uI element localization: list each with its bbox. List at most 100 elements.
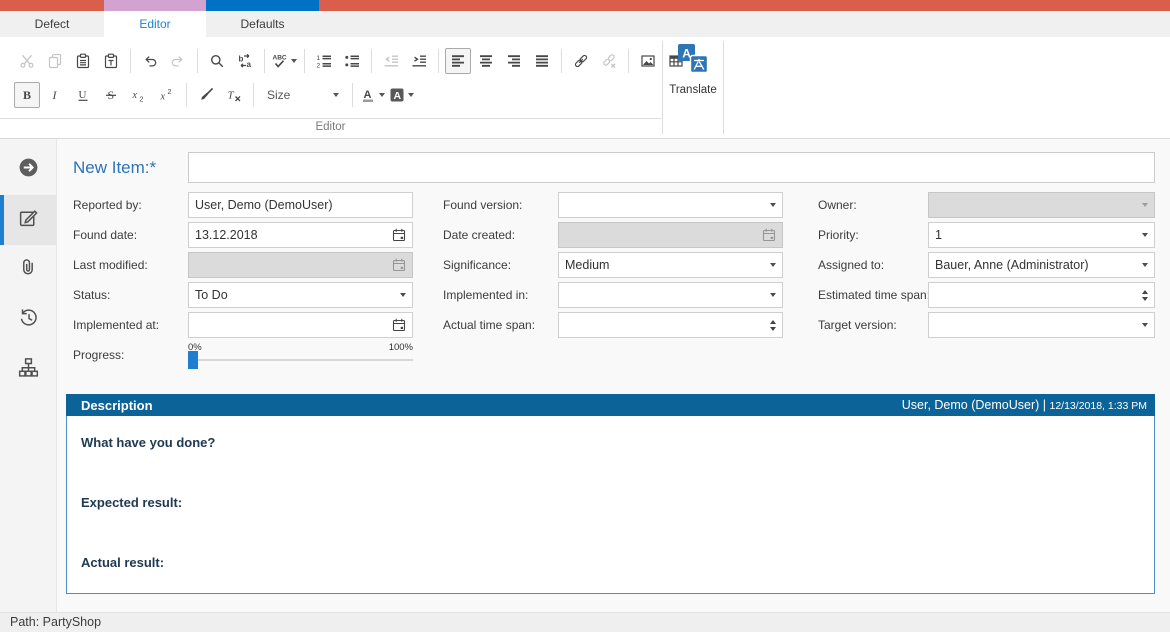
target-version-field[interactable] bbox=[928, 312, 1155, 338]
find-button[interactable] bbox=[204, 48, 230, 74]
found-version-field[interactable] bbox=[558, 192, 783, 218]
top-color-strip bbox=[0, 0, 1170, 11]
chevron-down-icon[interactable] bbox=[770, 203, 776, 207]
format-painter-button[interactable] bbox=[193, 82, 219, 108]
increase-indent-button[interactable] bbox=[406, 48, 432, 74]
ribbon-tab-bar: Defect Editor Defaults bbox=[0, 11, 1170, 37]
empty-cell bbox=[928, 342, 1155, 368]
description-editor-body[interactable]: What have you done? Expected result: Act… bbox=[66, 416, 1155, 594]
sidebar-item-history[interactable] bbox=[0, 295, 56, 345]
undo-button[interactable] bbox=[137, 48, 163, 74]
assigned-to-holder: Bauer, Anne (Administrator) bbox=[928, 252, 1155, 278]
strikethrough-button[interactable]: S bbox=[98, 82, 124, 108]
link-button[interactable] bbox=[568, 48, 594, 74]
align-right-button[interactable] bbox=[501, 48, 527, 74]
sidebar-item-navigate[interactable] bbox=[0, 145, 56, 195]
main-area: New Item:* Reported by:Found version:Own… bbox=[0, 139, 1170, 612]
estimated-time-span-field[interactable] bbox=[928, 282, 1155, 308]
numbered-list-button[interactable]: 12 bbox=[311, 48, 337, 74]
subscript-button[interactable]: x2 bbox=[126, 82, 152, 108]
strip-segment-plum bbox=[104, 0, 206, 11]
subscript-icon: x2 bbox=[131, 87, 147, 103]
calendar-icon[interactable] bbox=[392, 228, 406, 242]
implemented-in-field[interactable] bbox=[558, 282, 783, 308]
progress-slider-thumb[interactable] bbox=[188, 351, 198, 369]
sidebar-item-attachments[interactable] bbox=[0, 245, 56, 295]
found-date-field[interactable] bbox=[188, 222, 413, 248]
spin-down-icon[interactable] bbox=[1142, 297, 1148, 301]
column-spacer bbox=[413, 222, 443, 252]
translate-button-label: Translate bbox=[669, 84, 717, 96]
chevron-down-icon[interactable] bbox=[1142, 233, 1148, 237]
tab-editor[interactable]: Editor bbox=[104, 11, 206, 37]
chevron-down-icon bbox=[333, 93, 339, 97]
progress-slider[interactable]: 0%100% bbox=[188, 342, 413, 361]
implemented-at-field[interactable] bbox=[188, 312, 413, 338]
status-field[interactable]: To Do bbox=[188, 282, 413, 308]
editor-content: New Item:* Reported by:Found version:Own… bbox=[57, 139, 1170, 612]
chevron-down-icon[interactable] bbox=[1142, 323, 1148, 327]
image-button[interactable] bbox=[635, 48, 661, 74]
paste-text-button[interactable] bbox=[98, 48, 124, 74]
title-row: New Item:* bbox=[73, 152, 1155, 183]
chevron-down-icon[interactable] bbox=[770, 263, 776, 267]
calendar-icon bbox=[392, 258, 406, 272]
spell-check-button[interactable]: ABC bbox=[271, 48, 298, 74]
remove-format-icon: T bbox=[226, 87, 242, 103]
superscript-icon: x2 bbox=[159, 87, 175, 103]
spin-down-icon[interactable] bbox=[770, 327, 776, 331]
superscript-button[interactable]: x2 bbox=[154, 82, 180, 108]
underline-button[interactable]: U bbox=[70, 82, 96, 108]
replace-icon: ba bbox=[237, 53, 253, 69]
ribbon-separator bbox=[130, 49, 131, 73]
remove-format-button[interactable]: T bbox=[221, 82, 247, 108]
description-line: Actual result: bbox=[81, 555, 1140, 570]
significance-field[interactable]: Medium bbox=[558, 252, 783, 278]
chevron-down-icon bbox=[291, 59, 297, 63]
actual-time-span-input[interactable] bbox=[565, 313, 766, 337]
paste-icon bbox=[75, 53, 91, 69]
implemented-at-input[interactable] bbox=[195, 313, 392, 337]
estimated-time-span-input[interactable] bbox=[935, 283, 1138, 307]
sidebar-item-hierarchy[interactable] bbox=[0, 345, 56, 395]
estimated-time-span-label: Estimated time span: bbox=[818, 282, 928, 312]
bulleted-list-button[interactable] bbox=[339, 48, 365, 74]
priority-field[interactable]: 1 bbox=[928, 222, 1155, 248]
significance-label: Significance: bbox=[443, 252, 558, 282]
chevron-down-icon[interactable] bbox=[770, 293, 776, 297]
progress-holder: 0%100% bbox=[188, 342, 413, 368]
replace-button[interactable]: ba bbox=[232, 48, 258, 74]
paste-button[interactable] bbox=[70, 48, 96, 74]
actual-time-span-field[interactable] bbox=[558, 312, 783, 338]
chevron-down-icon[interactable] bbox=[1142, 263, 1148, 267]
spinner-buttons[interactable] bbox=[770, 320, 776, 331]
italic-button[interactable]: I bbox=[42, 82, 68, 108]
sidebar-item-edit[interactable] bbox=[0, 195, 56, 245]
new-item-input[interactable] bbox=[188, 152, 1155, 183]
status-value: To Do bbox=[195, 288, 400, 302]
align-justify-button[interactable] bbox=[529, 48, 555, 74]
reported-by-field[interactable] bbox=[188, 192, 413, 218]
path-label: Path: PartyShop bbox=[10, 615, 101, 629]
reported-by-input[interactable] bbox=[195, 193, 406, 217]
align-left-button[interactable] bbox=[445, 48, 471, 74]
font-color-button[interactable]: A bbox=[359, 82, 386, 108]
column-spacer bbox=[413, 282, 443, 312]
spinner-buttons[interactable] bbox=[1142, 290, 1148, 301]
size-dropdown[interactable]: Size bbox=[261, 83, 345, 107]
bold-button[interactable]: B bbox=[14, 82, 40, 108]
chevron-down-icon[interactable] bbox=[400, 293, 406, 297]
calendar-icon[interactable] bbox=[392, 318, 406, 332]
tab-defaults[interactable]: Defaults bbox=[206, 11, 319, 37]
assigned-to-field[interactable]: Bauer, Anne (Administrator) bbox=[928, 252, 1155, 278]
background-color-button[interactable]: A bbox=[388, 82, 415, 108]
description-header[interactable]: Description User, Demo (DemoUser) | 12/1… bbox=[66, 394, 1155, 416]
tab-defect[interactable]: Defect bbox=[0, 11, 104, 37]
found-date-input[interactable] bbox=[195, 223, 392, 247]
spin-up-icon[interactable] bbox=[1142, 290, 1148, 294]
align-center-button[interactable] bbox=[473, 48, 499, 74]
translate-button[interactable]: A Translate bbox=[664, 40, 722, 116]
chevron-down-icon bbox=[1142, 203, 1148, 207]
progress-slider-track[interactable] bbox=[188, 359, 413, 361]
spin-up-icon[interactable] bbox=[770, 320, 776, 324]
